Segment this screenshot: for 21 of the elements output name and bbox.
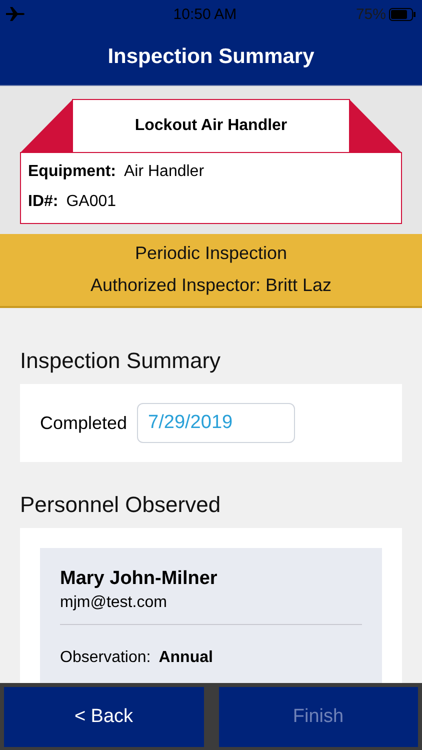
battery-percent: 75% bbox=[356, 6, 386, 22]
field-value: Annual bbox=[158, 649, 213, 667]
section-heading: Personnel Observed bbox=[19, 491, 222, 519]
inspection-type: Periodic Inspection bbox=[134, 242, 288, 265]
completed-label: Completed bbox=[40, 412, 128, 434]
field-label: ID#: bbox=[28, 192, 58, 212]
inspector-name: Authorized Inspector: Britt Laz bbox=[90, 274, 332, 297]
field-value: GA001 bbox=[66, 192, 116, 212]
status-time: 10:50 AM bbox=[173, 6, 237, 22]
person-name: Mary John-Milner bbox=[60, 568, 218, 590]
person-email: mjm@test.com bbox=[60, 594, 168, 612]
tag-title: Lockout Air Handler bbox=[72, 99, 350, 152]
airplane-icon bbox=[6, 7, 26, 21]
screen-title: Inspection Summary bbox=[108, 44, 314, 68]
date-field[interactable]: 7/29/2019 bbox=[137, 403, 296, 443]
field-value: Air Handler bbox=[124, 162, 204, 182]
section-heading: Inspection Summary bbox=[19, 347, 222, 375]
battery-icon bbox=[388, 8, 416, 20]
field-label: Equipment: bbox=[28, 162, 116, 182]
field-label: Observation: bbox=[60, 649, 151, 667]
back-button[interactable]: < Back bbox=[4, 687, 204, 747]
